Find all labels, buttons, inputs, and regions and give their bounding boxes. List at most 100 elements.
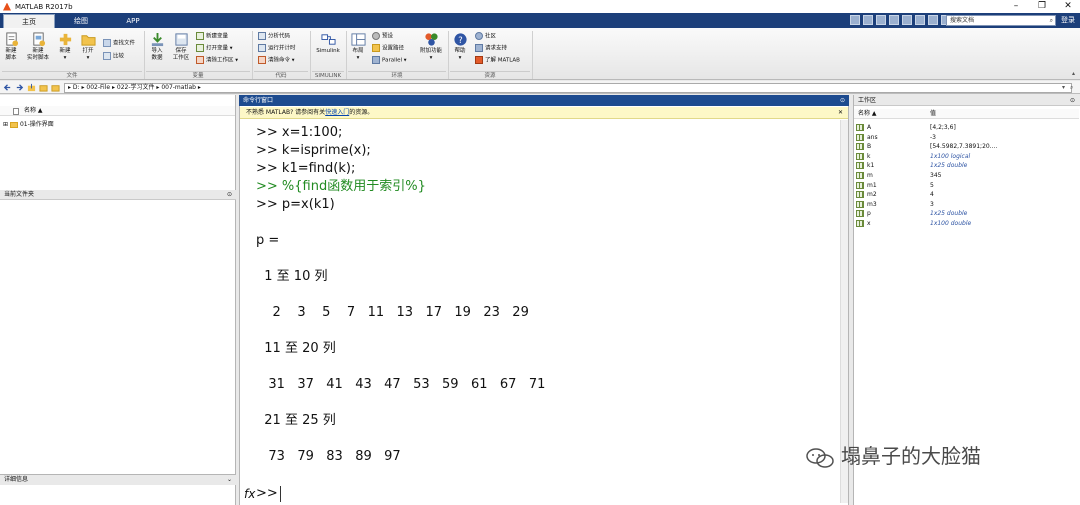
path-dropdown-icon[interactable]: ▾ [1062,84,1065,91]
forward-arrow-icon[interactable] [15,83,24,92]
workspace-variable-row[interactable]: m 345 [854,171,1079,181]
ribbon-separator [252,31,253,79]
workspace-variable-row[interactable]: A [4,2;3,6] [854,123,1079,133]
quick-copy-icon[interactable] [876,15,886,25]
compare-button[interactable]: 比较 [103,52,124,62]
panel-menu-icon[interactable]: ⊙ [1070,95,1075,106]
variable-value: 345 [930,172,942,179]
current-folder-title-bar: 当前文件夹 ⊙ [0,190,236,200]
column-header-name[interactable]: 名称 ▲ [858,110,877,117]
open-folder-icon [80,35,96,46]
save-workspace-button[interactable]: 保存 工作区 [170,32,192,62]
variable-value: 3 [930,200,934,208]
panel-menu-icon[interactable]: ⊙ [840,95,845,106]
ribbon-separator [346,31,347,79]
quick-redo-icon[interactable] [915,15,925,25]
quick-switch-icon[interactable] [928,15,938,25]
close-banner-icon[interactable]: ✕ [838,107,843,119]
variable-name: B [867,143,872,151]
workspace-variable-row[interactable]: ans -3 [854,133,1079,143]
chevron-down-icon[interactable]: ⌄ [227,475,232,485]
collapse-ribbon-icon[interactable]: ▴ [1072,70,1075,77]
open-button[interactable]: 打开 ▾ [79,32,97,62]
workspace-variable-row[interactable]: m2 4 [854,190,1079,200]
current-folder-path[interactable]: ▸ D: ▸ 002-File ▸ 022-学习文件 ▸ 007-matlab … [64,83,1072,93]
workspace-variable-row[interactable]: k 1x100 logical [854,152,1079,162]
workspace-variable-row[interactable]: m3 3 [854,200,1079,210]
toolstrip-tabs: 主页 绘图 APP 搜索文档 ⌕ 登录 [0,13,1080,28]
tab-apps[interactable]: APP [107,14,159,28]
search-icon[interactable]: ⌕ [1050,16,1053,25]
new-live-script-button[interactable]: 新建 实时脚本 [25,32,51,62]
add-ons-button[interactable]: 附加功能 ▾ [418,32,444,62]
output-column-range: 21 至 25 列 [256,413,336,428]
workspace-variable-row[interactable]: k1 1x25 double [854,161,1079,171]
clear-workspace-icon [196,56,204,64]
command-line: >> k=isprime(x); [256,143,371,158]
back-arrow-icon[interactable] [3,83,12,92]
find-files-button[interactable]: 查找文件 [103,39,135,49]
set-path-icon [372,44,380,52]
analyze-code-button[interactable]: 分析代码 [258,32,290,42]
ribbon-separator [532,31,533,79]
clear-workspace-button[interactable]: 清除工作区 ▾ [196,56,238,66]
variable-name: m2 [867,191,877,199]
parallel-button[interactable]: Parallel ▾ [372,56,407,66]
new-script-button[interactable]: 新建 脚本 [2,32,20,62]
folder-search-icon[interactable]: ⌕ [1070,84,1073,92]
preferences-button[interactable]: 预设 [372,32,393,42]
output-values: 73 79 83 89 97 [256,449,401,464]
browse-folder-icon[interactable] [39,83,48,92]
clear-commands-button[interactable]: 清除命令 ▾ [258,56,295,66]
community-button[interactable]: 社区 [475,32,496,42]
details-panel-header[interactable]: 详细信息 ⌄ [0,474,236,485]
tab-home[interactable]: 主页 [3,14,55,28]
quick-cut-icon[interactable] [863,15,873,25]
request-support-button[interactable]: 请求支持 [475,44,507,54]
variable-name: k [867,152,871,160]
expand-icon[interactable]: ⊞ [3,121,8,128]
workspace-variable-row[interactable]: p 1x25 double [854,209,1079,219]
output-values: 31 37 41 43 47 53 59 61 67 71 [256,377,546,392]
import-data-button[interactable]: 导入 数据 [148,32,166,62]
learn-matlab-button[interactable]: 了解 MATLAB [475,56,520,66]
command-comment-line: >> %{find函数用于索引%} [256,179,426,194]
panel-menu-icon[interactable]: ⊙ [227,190,232,200]
help-button[interactable]: ? 帮助 ▾ [452,32,468,62]
simulink-button[interactable]: Simulink [313,32,343,55]
workspace-variable-row[interactable]: m1 5 [854,181,1079,191]
tab-plots[interactable]: 绘图 [55,14,107,28]
up-folder-icon[interactable] [27,83,36,92]
wechat-logo-icon [806,447,834,468]
open-variable-button[interactable]: 打开变量 ▾ [196,44,233,54]
folder-row[interactable]: ⊞ 01-操作界面 [3,120,54,129]
variable-grid-icon [856,152,864,160]
layout-button[interactable]: 布局 ▾ [350,32,366,62]
clear-commands-icon [258,56,266,64]
group-resources-label: 资源 [450,71,530,79]
new-live-script-icon [32,32,45,47]
close-button[interactable]: ✕ [1056,0,1080,13]
workspace-variable-row[interactable]: B [54.5982,7.3891;20.... [854,142,1079,152]
set-path-button[interactable]: 设置路径 [372,44,404,54]
new-button[interactable]: 新建 ▾ [56,32,74,62]
search-documentation-input[interactable]: 搜索文档 ⌕ [946,15,1056,26]
new-variable-button[interactable]: 新建变量 [196,32,228,42]
getting-started-link[interactable]: 快速入门 [325,109,349,116]
minimize-button[interactable]: – [1004,0,1028,13]
variable-grid-icon [856,200,864,208]
quick-paste-icon[interactable] [889,15,899,25]
function-browser-icon[interactable]: fx [244,487,255,501]
folder-icon [51,84,60,92]
quick-undo-icon[interactable] [902,15,912,25]
maximize-button[interactable]: ❐ [1030,0,1054,13]
command-window[interactable]: 不熟悉 MATLAB? 请参阅有关快速入门的资源。 ✕ >> x=1:100; … [239,106,849,505]
column-header-value[interactable]: 值 [930,109,936,119]
login-link[interactable]: 登录 [1061,15,1075,26]
output-column-range: 11 至 20 列 [256,341,336,356]
column-header-name[interactable]: 名称 ▲ [0,106,235,116]
workspace-variable-row[interactable]: x 1x100 double [854,219,1079,229]
workspace-column-header[interactable]: 名称 ▲ 值 [854,109,1079,119]
quick-save-icon[interactable] [850,15,860,25]
run-and-time-button[interactable]: 运行并计时 [258,44,296,54]
